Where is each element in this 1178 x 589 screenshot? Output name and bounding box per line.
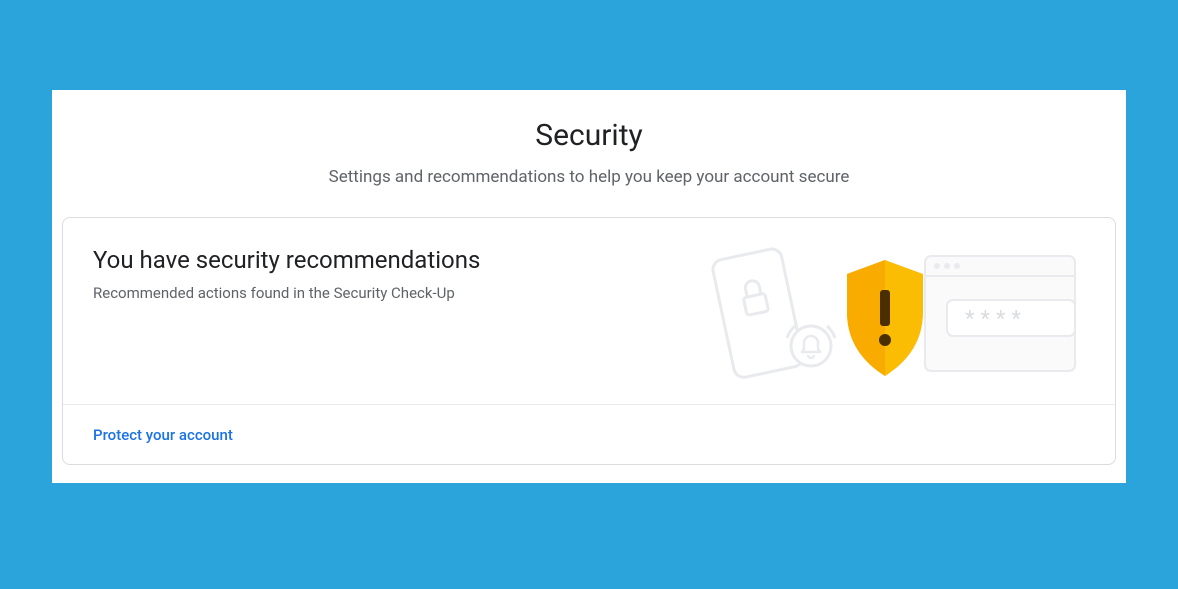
panel-header: Security Settings and recommendations to… — [52, 118, 1126, 187]
card-description: Recommended actions found in the Securit… — [93, 284, 685, 302]
shield-warning-icon — [847, 260, 923, 376]
bell-icon — [787, 326, 835, 366]
security-illustration: **** — [685, 246, 1085, 386]
card-body: You have security recommendations Recomm… — [63, 218, 1115, 405]
security-panel: Security Settings and recommendations to… — [52, 90, 1126, 483]
card-footer: Protect your account — [63, 405, 1115, 464]
recommendations-card: You have security recommendations Recomm… — [62, 217, 1116, 465]
protect-account-link[interactable]: Protect your account — [93, 426, 233, 444]
page-subtitle: Settings and recommendations to help you… — [52, 167, 1126, 187]
card-text: You have security recommendations Recomm… — [93, 246, 685, 302]
page-title: Security — [52, 118, 1126, 153]
card-title: You have security recommendations — [93, 246, 685, 274]
phone-icon — [711, 247, 804, 379]
browser-window-icon: **** — [925, 256, 1075, 371]
svg-text:****: **** — [965, 307, 1027, 332]
